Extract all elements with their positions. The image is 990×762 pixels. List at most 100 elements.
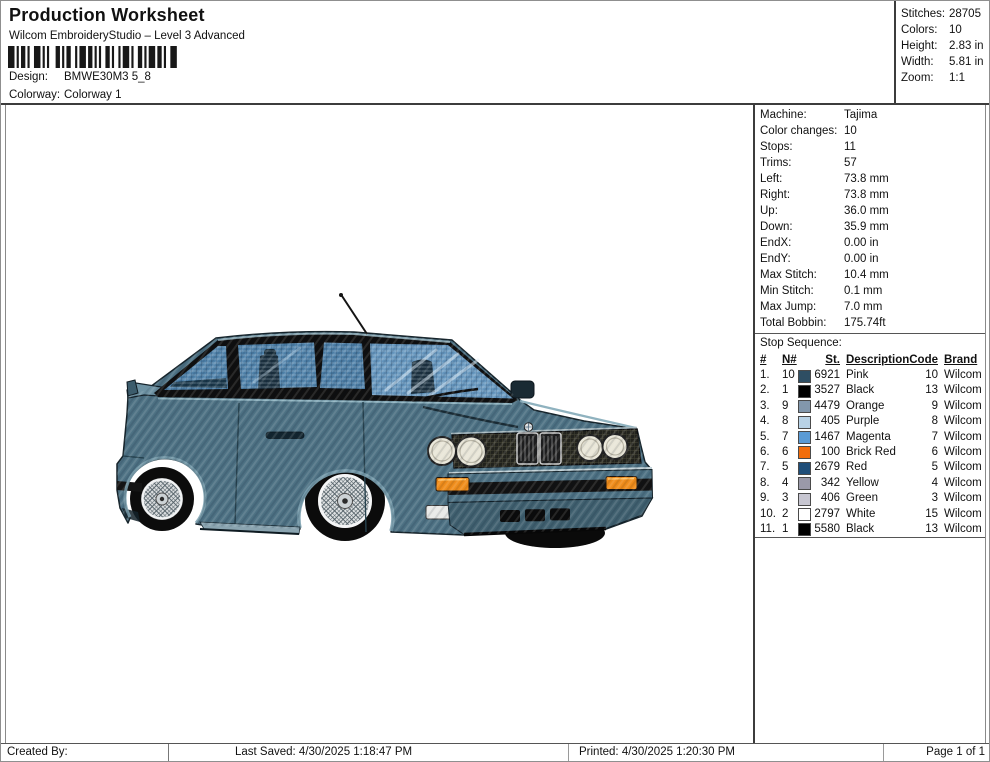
summary-value: 28705	[949, 6, 990, 22]
machine-info-value: 10.4 mm	[844, 267, 983, 283]
thread-color-swatch-box	[798, 446, 811, 459]
machine-info-label: Stops:	[760, 139, 844, 155]
machine-info-row: Max Stitch:10.4 mm	[760, 267, 983, 283]
machine-info-value: 36.0 mm	[844, 203, 983, 219]
machine-panel: Machine:TajimaColor changes:10Stops:11Tr…	[753, 105, 986, 743]
col-brand: Brand	[940, 352, 986, 368]
summary-label: Stitches:	[901, 6, 949, 22]
page-number-cell: Page 1 of 1	[884, 744, 990, 762]
header: Production Worksheet Wilcom EmbroiderySt…	[1, 1, 990, 105]
stop-sequence-row: 10.22797White15Wilcom	[755, 507, 985, 522]
machine-info-label: Left:	[760, 171, 844, 187]
machine-info-value: 73.8 mm	[844, 187, 983, 203]
design-canvas	[5, 105, 753, 743]
thread-color-swatch	[798, 522, 814, 542]
col-stitches: St.	[798, 352, 842, 368]
machine-info-row: Max Jump:7.0 mm	[760, 299, 983, 315]
machine-info-label: EndX:	[760, 235, 844, 251]
printed-cell: Printed: 4/30/2025 1:20:30 PM	[569, 744, 884, 762]
summary-row: Colors:10	[901, 22, 990, 38]
design-summary-box: Stitches:28705Colors:10Height:2.83 inWid…	[894, 1, 990, 105]
page-title: Production Worksheet	[9, 5, 205, 26]
machine-info-label: Max Stitch:	[760, 267, 844, 283]
antenna-tip	[339, 293, 343, 297]
machine-info-label: Up:	[760, 203, 844, 219]
design-preview-car	[114, 286, 659, 551]
col-code: Code	[908, 352, 940, 368]
stop-sequence-row: 3.94479Orange9Wilcom	[755, 399, 985, 414]
machine-info-label: Color changes:	[760, 123, 844, 139]
thread-color-swatch-box	[798, 493, 811, 506]
production-worksheet-page: Production Worksheet Wilcom EmbroiderySt…	[0, 0, 990, 762]
antenna	[342, 296, 367, 334]
machine-info-row: Left:73.8 mm	[760, 171, 983, 187]
colorway-label: Colorway:	[9, 89, 64, 101]
thread-color-swatch-box	[798, 385, 811, 398]
machine-info-row: Trims:57	[760, 155, 983, 171]
summary-row: Width:5.81 in	[901, 54, 990, 70]
machine-info-value: Tajima	[844, 107, 983, 123]
stop-sequence-row: 9.3406Green3Wilcom	[755, 491, 985, 506]
machine-info-row: Down:35.9 mm	[760, 219, 983, 235]
thread-color-swatch-box	[798, 508, 811, 521]
col-description: Description	[842, 352, 908, 368]
thread-color-swatch-box	[798, 462, 811, 475]
thread-color-swatch-box	[798, 523, 811, 536]
machine-info-label: Max Jump:	[760, 299, 844, 315]
stop-sequence-row: 2.13527Black13Wilcom	[755, 383, 985, 398]
thread-brand: Wilcom	[940, 522, 986, 542]
machine-info-value: 175.74ft	[844, 315, 983, 331]
thread-color-swatch-box	[798, 370, 811, 383]
machine-info-row: Right:73.8 mm	[760, 187, 983, 203]
summary-value: 2.83 in	[949, 38, 990, 54]
machine-info-label: Min Stitch:	[760, 283, 844, 299]
stop-sequence-row: 11.15580Black13Wilcom	[755, 522, 985, 537]
machine-info-row: EndY:0.00 in	[760, 251, 983, 267]
machine-info-row: Color changes:10	[760, 123, 983, 139]
machine-info-label: Trims:	[760, 155, 844, 171]
stop-sequence-row: 5.71467Magenta7Wilcom	[755, 430, 985, 445]
stop-sequence-row: 1.106921Pink10Wilcom	[755, 368, 985, 383]
summary-value: 10	[949, 22, 990, 38]
summary-label: Colors:	[901, 22, 949, 38]
machine-info-label: Down:	[760, 219, 844, 235]
thread-color-swatch-box	[798, 400, 811, 413]
row-number: 11.	[760, 522, 782, 542]
machine-info-label: Total Bobbin:	[760, 315, 844, 331]
col-num: #	[760, 352, 782, 368]
design-row: Design:BMWE30M3 5_8	[9, 71, 151, 83]
machine-info-row: EndX:0.00 in	[760, 235, 983, 251]
machine-info: Machine:TajimaColor changes:10Stops:11Tr…	[755, 105, 985, 331]
summary-value: 1:1	[949, 70, 990, 86]
colorway-value: Colorway 1	[64, 89, 122, 101]
needle-number: 1	[782, 522, 798, 542]
machine-info-value: 57	[844, 155, 983, 171]
machine-info-value: 11	[844, 139, 983, 155]
stop-sequence-row: 4.8405Purple8Wilcom	[755, 414, 985, 429]
software-subtitle: Wilcom EmbroideryStudio – Level 3 Advanc…	[9, 30, 245, 42]
stop-sequence-rows: 1.106921Pink10Wilcom2.13527Black13Wilcom…	[755, 368, 985, 537]
machine-info-value: 7.0 mm	[844, 299, 983, 315]
summary-row: Height:2.83 in	[901, 38, 990, 54]
last-saved-cell: Last Saved: 4/30/2025 1:18:47 PM	[169, 744, 569, 762]
machine-info-value: 0.00 in	[844, 235, 983, 251]
machine-info-value: 10	[844, 123, 983, 139]
footer: Created By: Last Saved: 4/30/2025 1:18:4…	[1, 743, 990, 762]
summary-label: Height:	[901, 38, 949, 54]
summary-label: Zoom:	[901, 70, 949, 86]
machine-info-value: 73.8 mm	[844, 171, 983, 187]
machine-info-row: Stops:11	[760, 139, 983, 155]
machine-info-row: Machine:Tajima	[760, 107, 983, 123]
stitch-count: 5580	[814, 522, 842, 542]
thread-color-swatch-box	[798, 416, 811, 429]
machine-info-label: Machine:	[760, 107, 844, 123]
machine-info-row: Min Stitch:0.1 mm	[760, 283, 983, 299]
thread-color-swatch-box	[798, 477, 811, 490]
stop-sequence-header: # N# St. Description Code Brand	[755, 352, 985, 368]
stop-sequence-row: 6.6100Brick Red6Wilcom	[755, 445, 985, 460]
col-needle: N#	[782, 352, 798, 368]
thread-color-swatch-box	[798, 431, 811, 444]
machine-info-value: 0.00 in	[844, 251, 983, 267]
barcode-icon	[8, 46, 179, 68]
stop-sequence-title: Stop Sequence:	[755, 334, 985, 352]
